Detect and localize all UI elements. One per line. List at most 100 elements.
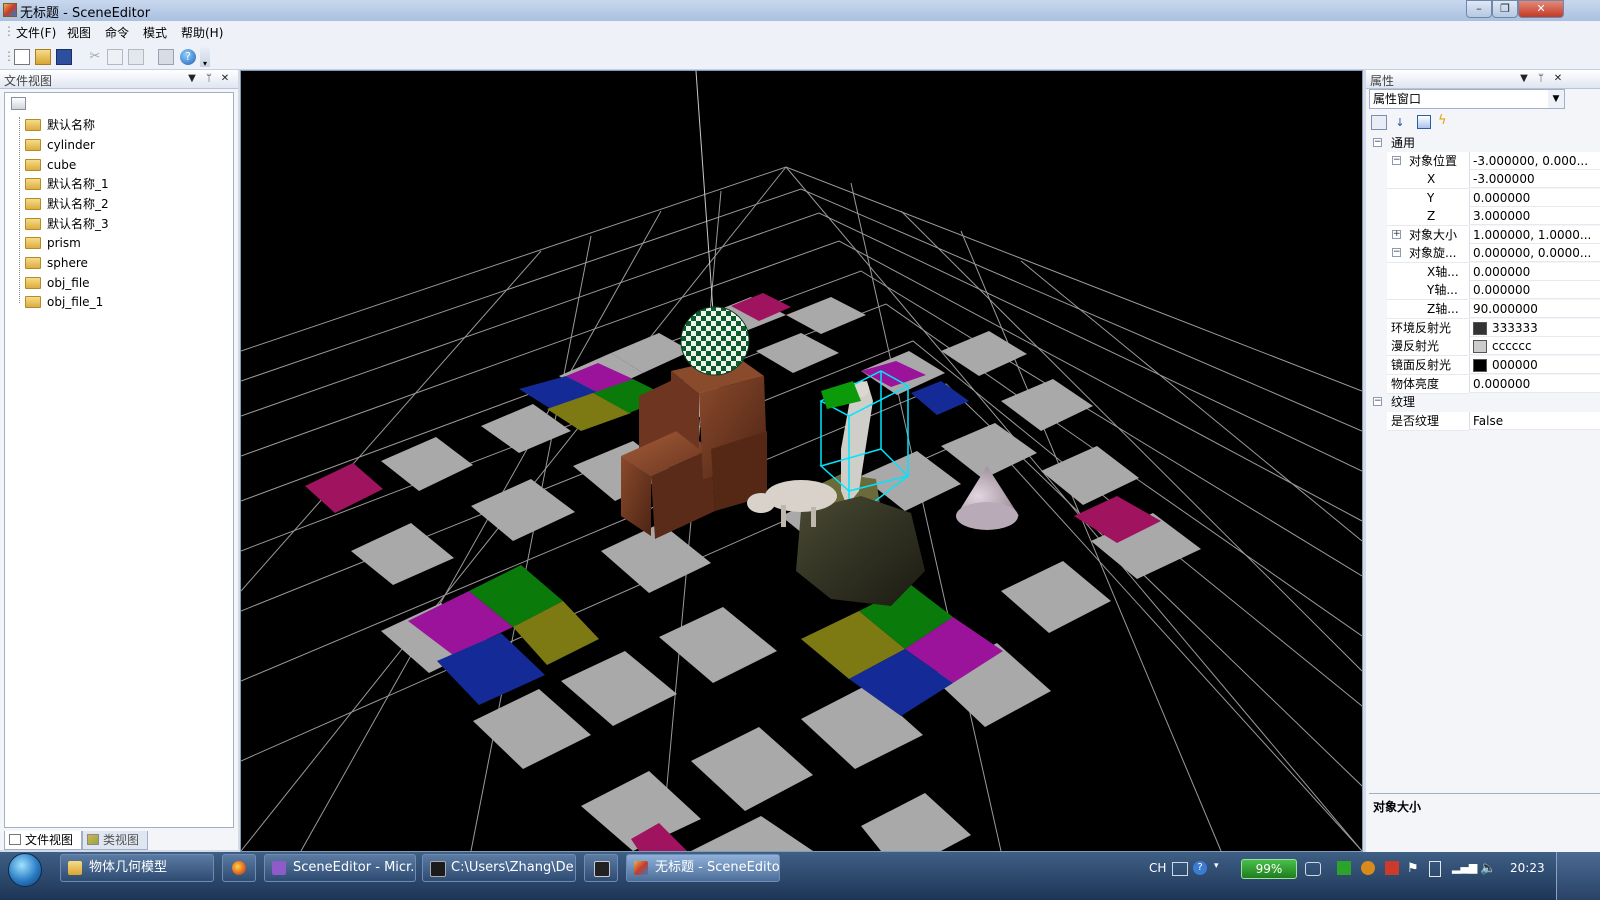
collapse-icon[interactable]: − bbox=[1392, 156, 1401, 165]
pin-icon[interactable]: ᛘ bbox=[1535, 72, 1547, 85]
save-icon[interactable] bbox=[56, 49, 72, 65]
tree-root-icon[interactable] bbox=[11, 97, 26, 110]
tree-item[interactable]: prism bbox=[25, 233, 81, 253]
tree-item[interactable]: cylinder bbox=[25, 135, 95, 155]
taskbar-button-console[interactable]: C:\Users\Zhang\De... bbox=[422, 854, 576, 882]
property-value[interactable]: 0.000000 bbox=[1469, 189, 1600, 207]
taskbar-button-visual-studio[interactable]: SceneEditor - Micr... bbox=[264, 854, 416, 882]
panel-close-icon[interactable]: ✕ bbox=[1552, 72, 1564, 85]
clock[interactable]: 20:23 bbox=[1510, 861, 1545, 875]
property-value[interactable]: -3.000000, 0.000... bbox=[1469, 152, 1600, 170]
property-row-specular[interactable]: 镜面反射光 000000 bbox=[1369, 356, 1600, 375]
tree-item[interactable]: 默认名称_1 bbox=[25, 174, 109, 194]
property-value[interactable]: cccccc bbox=[1469, 337, 1600, 355]
panel-dropdown-icon[interactable]: ▼ bbox=[186, 72, 198, 85]
property-value[interactable]: 0.000000 bbox=[1469, 263, 1600, 281]
property-value[interactable]: 0.000000 bbox=[1469, 375, 1600, 393]
property-value[interactable]: False bbox=[1469, 412, 1600, 430]
tree-item[interactable]: 默认名称 bbox=[25, 115, 95, 135]
chevron-down-icon[interactable]: ▼ bbox=[1548, 90, 1564, 108]
panel-dropdown-icon[interactable]: ▼ bbox=[1518, 72, 1530, 85]
property-value[interactable]: 90.000000 bbox=[1469, 300, 1600, 318]
close-button[interactable]: ✕ bbox=[1518, 0, 1564, 18]
property-row-rot-z[interactable]: Z轴... 90.000000 bbox=[1369, 300, 1600, 319]
tree-item[interactable]: obj_file_1 bbox=[25, 292, 103, 312]
menu-file[interactable]: 文件(F) bbox=[16, 24, 56, 41]
property-row-shininess[interactable]: 物体亮度 0.000000 bbox=[1369, 375, 1600, 394]
property-row-diffuse[interactable]: 漫反射光 cccccc bbox=[1369, 337, 1600, 356]
property-value[interactable]: 000000 bbox=[1469, 356, 1600, 374]
property-pages-icon[interactable] bbox=[1417, 115, 1431, 129]
help-icon[interactable]: ? bbox=[1193, 861, 1207, 875]
expand-icon[interactable]: + bbox=[1392, 230, 1401, 239]
tab-class-view[interactable]: 类视图 bbox=[82, 831, 148, 850]
property-row-y[interactable]: Y 0.000000 bbox=[1369, 189, 1600, 208]
taskbar-button-app[interactable] bbox=[584, 854, 618, 882]
scene-viewport[interactable] bbox=[240, 70, 1363, 852]
property-value[interactable]: 0.000000 bbox=[1469, 281, 1600, 299]
open-icon[interactable] bbox=[35, 49, 51, 65]
battery-meter[interactable]: 99% bbox=[1241, 859, 1297, 879]
property-row-z[interactable]: Z 3.000000 bbox=[1369, 207, 1600, 226]
categorized-icon[interactable] bbox=[1371, 115, 1387, 130]
collapse-icon[interactable]: − bbox=[1392, 248, 1401, 257]
property-row-rot-y[interactable]: Y轴... 0.000000 bbox=[1369, 281, 1600, 300]
taskbar-button-firefox[interactable] bbox=[222, 854, 256, 882]
messenger-icon[interactable] bbox=[1361, 861, 1375, 875]
cut-icon[interactable]: ✂ bbox=[87, 49, 103, 65]
tree-item[interactable]: cube bbox=[25, 155, 76, 175]
property-row-has-texture[interactable]: 是否纹理 False bbox=[1369, 412, 1600, 431]
menu-help[interactable]: 帮助(H) bbox=[181, 24, 223, 41]
menu-command[interactable]: 命令 bbox=[105, 24, 129, 41]
keyboard-icon[interactable] bbox=[1172, 862, 1188, 876]
tree-item[interactable]: sphere bbox=[25, 253, 88, 273]
property-object-selector[interactable]: 属性窗口 ▼ bbox=[1369, 89, 1565, 109]
property-value[interactable]: -3.000000 bbox=[1469, 170, 1600, 188]
tab-file-view[interactable]: 文件视图 bbox=[4, 831, 82, 850]
events-icon[interactable]: ϟ bbox=[1438, 113, 1452, 129]
property-row-ambient[interactable]: 环境反射光 333333 bbox=[1369, 319, 1600, 338]
section-texture[interactable]: − 纹理 bbox=[1369, 393, 1600, 411]
property-value[interactable]: 333333 bbox=[1469, 319, 1600, 337]
property-row-rotation[interactable]: − 对象旋... 0.000000, 0.0000... bbox=[1369, 244, 1600, 263]
tree-item[interactable]: 默认名称_3 bbox=[25, 214, 109, 234]
property-row-position[interactable]: − 对象位置 -3.000000, 0.000... bbox=[1369, 152, 1600, 171]
tray-overflow-icon[interactable]: ▾ bbox=[1214, 861, 1219, 871]
ime-indicator[interactable]: CH bbox=[1149, 861, 1166, 875]
minimize-button[interactable]: – bbox=[1466, 0, 1492, 18]
paste-icon[interactable] bbox=[128, 49, 144, 65]
taskbar-button-scene-editor[interactable]: 无标题 - SceneEditor bbox=[626, 854, 780, 882]
property-value[interactable]: 3.000000 bbox=[1469, 207, 1600, 225]
sync-icon[interactable] bbox=[1305, 862, 1321, 876]
pin-icon[interactable]: ᛘ bbox=[203, 72, 215, 85]
menu-mode[interactable]: 模式 bbox=[143, 24, 167, 41]
property-row-x[interactable]: X -3.000000 bbox=[1369, 170, 1600, 189]
start-button[interactable] bbox=[8, 853, 42, 887]
taskbar-button-folder[interactable]: 物体几何模型 bbox=[60, 854, 214, 882]
collapse-icon[interactable]: − bbox=[1373, 138, 1382, 147]
power-icon[interactable] bbox=[1429, 861, 1441, 877]
toolbar-overflow-button[interactable]: ▾ bbox=[200, 45, 210, 68]
property-row-rot-x[interactable]: X轴... 0.000000 bbox=[1369, 263, 1600, 282]
collapse-icon[interactable]: − bbox=[1373, 397, 1382, 406]
sort-alpha-icon[interactable]: ↓ bbox=[1392, 115, 1408, 130]
action-center-flag-icon[interactable]: ⚑ bbox=[1407, 861, 1419, 876]
help-icon[interactable]: ? bbox=[180, 49, 196, 65]
property-value[interactable]: 1.000000, 1.0000... bbox=[1469, 226, 1600, 244]
tree-item[interactable]: 默认名称_2 bbox=[25, 194, 109, 214]
show-desktop-button[interactable] bbox=[1557, 852, 1600, 900]
network-signal-icon[interactable]: ▂▄▆ bbox=[1452, 861, 1477, 874]
security-icon[interactable] bbox=[1337, 861, 1351, 875]
new-icon[interactable] bbox=[14, 49, 30, 65]
app-tray-icon[interactable] bbox=[1385, 861, 1399, 875]
panel-close-icon[interactable]: ✕ bbox=[219, 72, 231, 85]
volume-icon[interactable]: 🔈 bbox=[1480, 861, 1496, 876]
maximize-button[interactable]: ❐ bbox=[1492, 0, 1518, 18]
print-icon[interactable] bbox=[158, 49, 174, 65]
property-row-size[interactable]: + 对象大小 1.000000, 1.0000... bbox=[1369, 226, 1600, 245]
menu-view[interactable]: 视图 bbox=[67, 24, 91, 41]
copy-icon[interactable] bbox=[107, 49, 123, 65]
property-value[interactable]: 0.000000, 0.0000... bbox=[1469, 244, 1600, 262]
section-general[interactable]: − 通用 bbox=[1369, 134, 1600, 152]
tree-item[interactable]: obj_file bbox=[25, 273, 90, 293]
